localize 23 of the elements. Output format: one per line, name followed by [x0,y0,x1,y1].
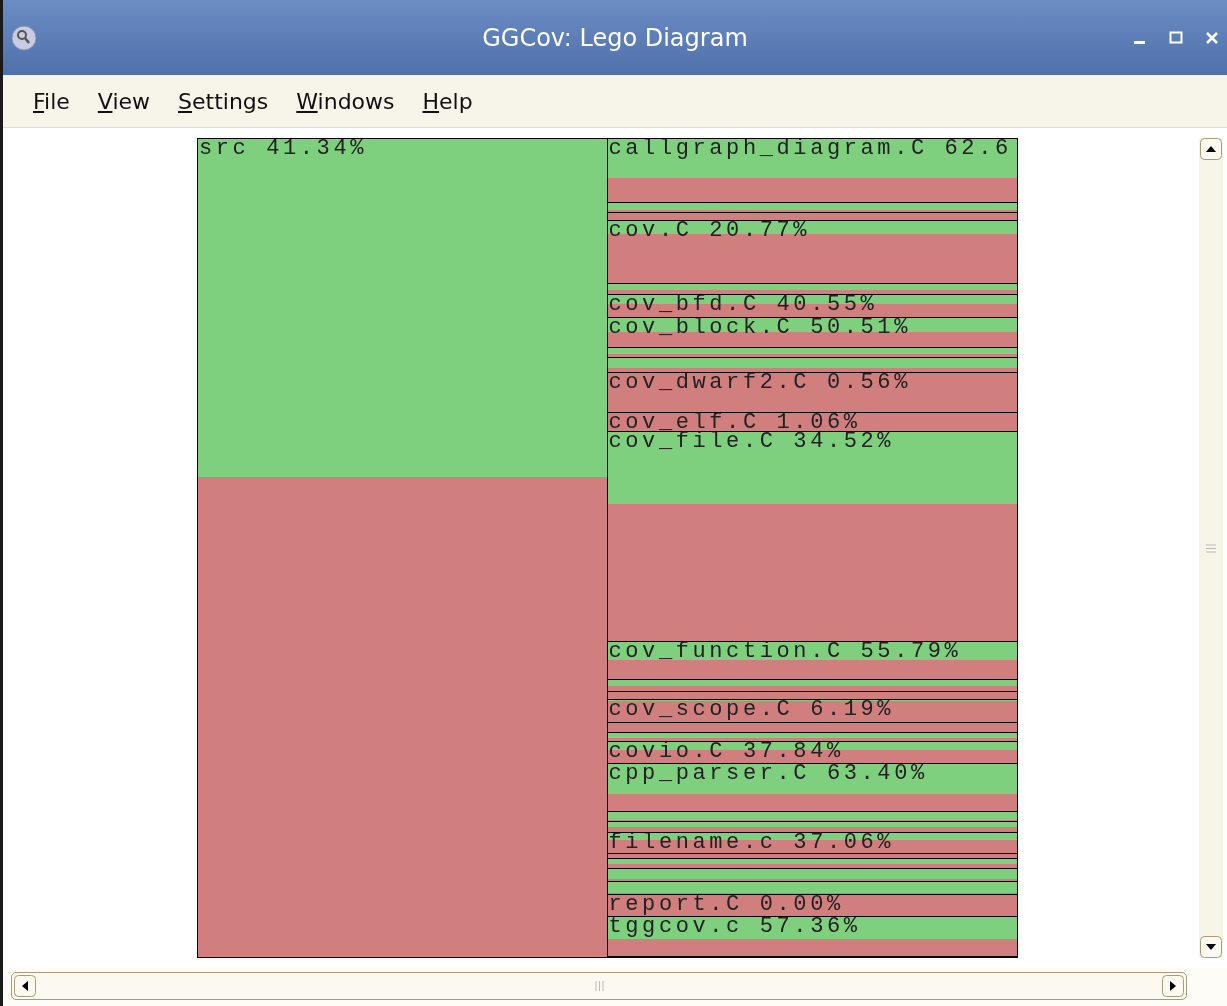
grip-icon [1206,543,1216,553]
window-title: GGCov: Lego Diagram [482,23,748,52]
scroll-left-icon[interactable] [14,975,36,997]
vertical-scrollbar[interactable] [1199,138,1223,958]
scroll-up-icon[interactable] [1200,138,1222,160]
block-label: tggcov.c 57.36% [607,917,861,937]
maximize-icon[interactable] [1169,30,1183,45]
menu-item[interactable]: Help [422,88,473,114]
scroll-down-icon[interactable] [1200,936,1222,958]
block-label: cov.C 20.77% [607,220,811,240]
menu-item[interactable]: View [97,88,151,114]
scroll-right-icon[interactable] [1162,975,1184,997]
menu-item[interactable]: Settings [178,88,269,114]
block-label: cov_scope.C 6.19% [607,699,895,719]
menu-item[interactable]: File [33,88,70,114]
block-label: src 41.34% [198,139,368,158]
grip-icon [594,981,604,991]
menu-item[interactable]: Windows [296,88,395,114]
horizontal-scrollbar[interactable] [11,972,1187,1000]
magnifier-icon [11,24,37,51]
block-label: cpp_parser.C 63.40% [607,764,928,784]
block-label: report.C 0.00% [607,895,844,915]
close-icon[interactable] [1205,30,1219,45]
